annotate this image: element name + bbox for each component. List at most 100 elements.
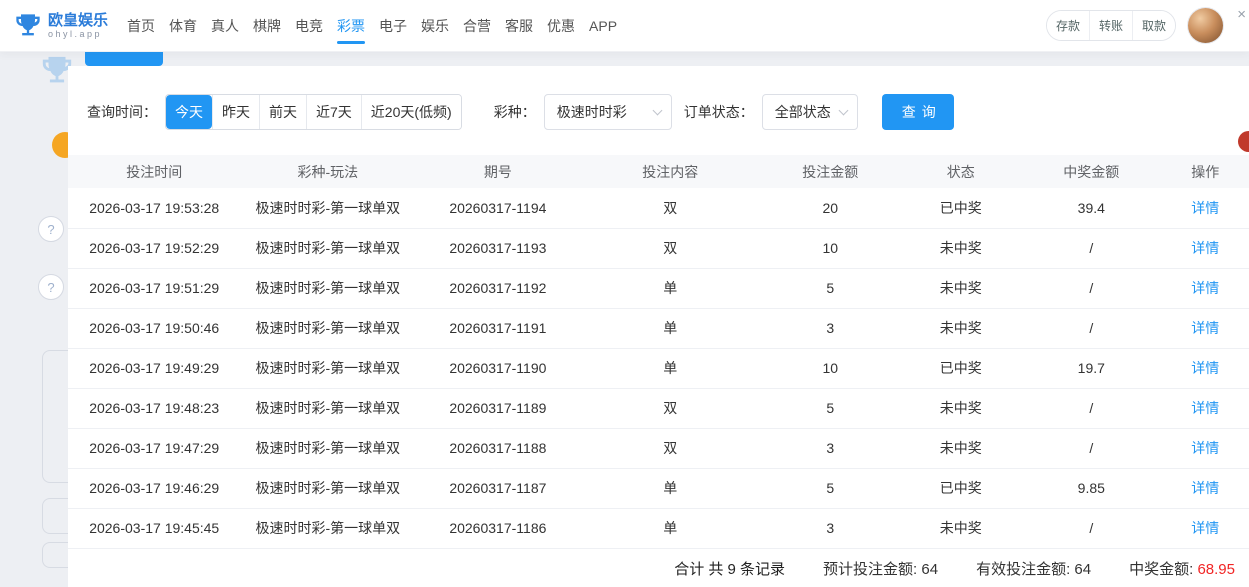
nav-item-chess[interactable]: 棋牌 <box>252 0 282 52</box>
cell-status: 已中奖 <box>901 348 1021 388</box>
nav-item-lottery[interactable]: 彩票 <box>336 0 366 52</box>
cell-amount: 10 <box>760 228 901 268</box>
brand-text: 欧皇娱乐 ohyl.app <box>48 12 108 40</box>
detail-link[interactable]: 详情 <box>1191 280 1219 296</box>
cell-action: 详情 <box>1162 188 1249 228</box>
table-row: 2026-03-17 19:50:46极速时时彩-第一球单双20260317-1… <box>68 308 1249 348</box>
cell-prize: 39.4 <box>1021 188 1162 228</box>
nav-item-slots[interactable]: 电子 <box>378 0 408 52</box>
wallet-button-transfer[interactable]: 转账 <box>1089 11 1132 40</box>
summary-value: 68.95 <box>1197 561 1235 578</box>
wallet-button-deposit[interactable]: 存款 <box>1047 11 1089 40</box>
cell-action: 详情 <box>1162 348 1249 388</box>
table-row: 2026-03-17 19:51:29极速时时彩-第一球单双20260317-1… <box>68 268 1249 308</box>
cell-content: 双 <box>581 428 761 468</box>
nav-item-sports[interactable]: 体育 <box>168 0 198 52</box>
time-range-today[interactable]: 今天 <box>166 95 212 129</box>
detail-link[interactable]: 详情 <box>1191 480 1219 496</box>
close-icon[interactable]: × <box>1237 7 1246 22</box>
time-range-yesterday[interactable]: 昨天 <box>212 95 259 129</box>
nav-item-esports[interactable]: 电竞 <box>294 0 324 52</box>
cell-amount: 20 <box>760 188 901 228</box>
status-filter-label: 订单状态： <box>684 102 754 122</box>
detail-link[interactable]: 详情 <box>1191 400 1219 416</box>
cell-amount: 5 <box>760 468 901 508</box>
cell-issue: 20260317-1194 <box>415 188 580 228</box>
cell-time: 2026-03-17 19:52:29 <box>68 228 240 268</box>
summary-label: 有效投注金额: <box>976 561 1070 578</box>
summary-label: 预计投注金额: <box>823 561 917 578</box>
header-bet-time: 投注时间 <box>68 155 240 188</box>
summary-prize-amount: 中奖金额: 68.95 <box>1129 558 1235 579</box>
time-range-last-20-days[interactable]: 近20天(低频) <box>361 95 461 129</box>
detail-link[interactable]: 详情 <box>1191 240 1219 256</box>
header-issue-number: 期号 <box>415 155 580 188</box>
cell-action: 详情 <box>1162 228 1249 268</box>
search-button[interactable]: 查询 <box>882 94 954 130</box>
brand-logo[interactable]: 欧皇娱乐 ohyl.app <box>0 12 108 40</box>
nav-item-home[interactable]: 首页 <box>126 0 156 52</box>
table-row: 2026-03-17 19:49:29极速时时彩-第一球单双20260317-1… <box>68 348 1249 388</box>
summary-bar: 合计 共 9 条记录 预计投注金额: 64有效投注金额: 64中奖金额: 68.… <box>68 558 1249 579</box>
cell-issue: 20260317-1191 <box>415 308 580 348</box>
user-avatar[interactable] <box>1188 8 1223 43</box>
header-prize-amount: 中奖金额 <box>1021 155 1162 188</box>
brand-name: 欧皇娱乐 <box>48 12 108 29</box>
nav-item-promotions[interactable]: 优惠 <box>546 0 576 52</box>
cell-time: 2026-03-17 19:46:29 <box>68 468 240 508</box>
cell-time: 2026-03-17 19:47:29 <box>68 428 240 468</box>
detail-link[interactable]: 详情 <box>1191 440 1219 456</box>
nav-item-entertainment[interactable]: 娱乐 <box>420 0 450 52</box>
cell-prize: 19.7 <box>1021 348 1162 388</box>
summary-label: 中奖金额: <box>1129 561 1193 578</box>
cell-amount: 3 <box>760 308 901 348</box>
nav-item-partnership[interactable]: 合营 <box>462 0 492 52</box>
navbar-right: 存款转账取款 <box>1046 8 1249 43</box>
lottery-select[interactable]: 极速时时彩 <box>544 94 672 130</box>
detail-link[interactable]: 详情 <box>1191 520 1219 536</box>
cell-issue: 20260317-1187 <box>415 468 580 508</box>
records-table: 投注时间 彩种-玩法 期号 投注内容 投注金额 状态 中奖金额 操作 2026-… <box>68 155 1249 549</box>
cell-issue: 20260317-1190 <box>415 348 580 388</box>
lottery-select-value: 极速时时彩 <box>557 102 627 122</box>
cell-content: 双 <box>581 228 761 268</box>
cell-amount: 10 <box>760 348 901 388</box>
cell-content: 双 <box>581 188 761 228</box>
cell-amount: 5 <box>760 268 901 308</box>
time-range-day-before-yesterday[interactable]: 前天 <box>259 95 306 129</box>
cell-issue: 20260317-1193 <box>415 228 580 268</box>
cell-action: 详情 <box>1162 508 1249 548</box>
cell-status: 未中奖 <box>901 308 1021 348</box>
table-row: 2026-03-17 19:47:29极速时时彩-第一球单双20260317-1… <box>68 428 1249 468</box>
table-row: 2026-03-17 19:53:28极速时时彩-第一球单双20260317-1… <box>68 188 1249 228</box>
cell-time: 2026-03-17 19:53:28 <box>68 188 240 228</box>
cell-game: 极速时时彩-第一球单双 <box>240 308 415 348</box>
nav-item-app[interactable]: APP <box>588 0 618 52</box>
table-row: 2026-03-17 19:46:29极速时时彩-第一球单双20260317-1… <box>68 468 1249 508</box>
nav-item-support[interactable]: 客服 <box>504 0 534 52</box>
filter-bar: 查询时间： 今天昨天前天近7天近20天(低频) 彩种： 极速时时彩 订单状态： … <box>87 94 1249 130</box>
cell-game: 极速时时彩-第一球单双 <box>240 188 415 228</box>
summary-value: 64 <box>921 561 938 578</box>
detail-link[interactable]: 详情 <box>1191 320 1219 336</box>
status-select-value: 全部状态 <box>775 102 831 122</box>
header-bet-amount: 投注金额 <box>760 155 901 188</box>
cell-status: 未中奖 <box>901 268 1021 308</box>
cell-issue: 20260317-1186 <box>415 508 580 548</box>
records-panel: 查询时间： 今天昨天前天近7天近20天(低频) 彩种： 极速时时彩 订单状态： … <box>68 66 1249 587</box>
time-range-group: 今天昨天前天近7天近20天(低频) <box>165 94 462 130</box>
time-range-last-7-days[interactable]: 近7天 <box>306 95 361 129</box>
brand-domain: ohyl.app <box>48 29 108 40</box>
chevron-down-icon <box>652 105 662 115</box>
cell-action: 详情 <box>1162 388 1249 428</box>
detail-link[interactable]: 详情 <box>1191 200 1219 216</box>
cell-content: 单 <box>581 348 761 388</box>
cell-prize: / <box>1021 428 1162 468</box>
order-status-select[interactable]: 全部状态 <box>762 94 858 130</box>
cell-game: 极速时时彩-第一球单双 <box>240 468 415 508</box>
cell-content: 双 <box>581 388 761 428</box>
nav-item-live-casino[interactable]: 真人 <box>210 0 240 52</box>
wallet-button-group: 存款转账取款 <box>1046 10 1176 41</box>
wallet-button-withdraw[interactable]: 取款 <box>1132 11 1175 40</box>
detail-link[interactable]: 详情 <box>1191 360 1219 376</box>
